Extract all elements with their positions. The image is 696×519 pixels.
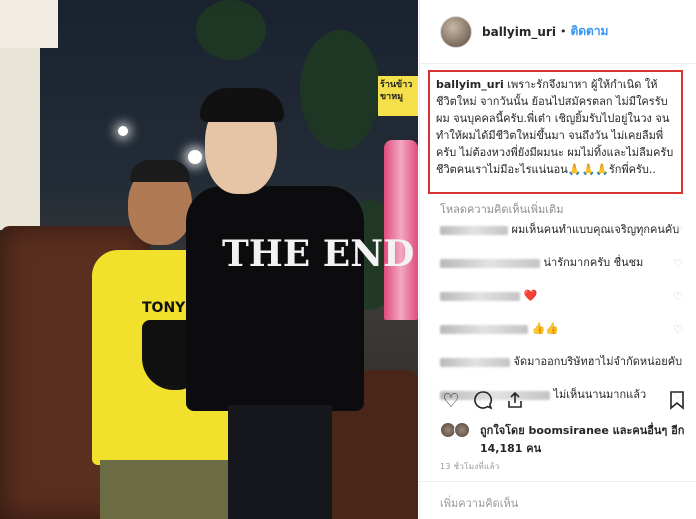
person-right-hair (200, 88, 284, 122)
follow-button[interactable]: ติดตาม (570, 22, 608, 41)
dark-pants (228, 405, 332, 519)
comment-like-icon[interactable]: ♡ (673, 291, 684, 302)
light (118, 126, 128, 136)
add-comment-field[interactable]: เพิ่มความคิดเห็น (420, 481, 696, 519)
comment-text: จัดมาออกบริษัทฮาไม่จำกัดหน่อยคับ (513, 355, 683, 368)
post-timestamp[interactable]: 13 ชั่วโมงที่แล้ว (440, 460, 500, 473)
bookmark-icon[interactable] (666, 390, 688, 412)
comment-bubble-icon[interactable] (472, 390, 494, 412)
header-separator: • (559, 25, 567, 38)
light (188, 150, 202, 164)
person-left-hair (130, 160, 190, 182)
comment-item: ❤️ ♡ (440, 288, 690, 321)
comment-like-icon[interactable]: ♡ (673, 357, 684, 368)
caption-username[interactable]: ballyim_uri (436, 78, 504, 91)
yellow-shirt-text: TONY (142, 300, 186, 316)
blurred-username (440, 357, 510, 367)
post-photo: ร้านข้าวขาหมู TONY 85 THE END (0, 0, 418, 519)
comment-item: น่ารักมากครับ ชื่นชม ♡ (440, 255, 690, 288)
heart-outline-icon[interactable]: ♡ (440, 390, 462, 412)
comment-text: ผมเห็นคนทำแบบคุณเจริญทุกคนคับ (511, 223, 680, 236)
plant (300, 30, 380, 150)
plant (196, 0, 266, 60)
comment-like-icon[interactable]: ♡ (673, 258, 684, 269)
camo-pants (100, 460, 236, 519)
blurred-username (440, 324, 528, 334)
comment-text: น่ารักมากครับ ชื่นชม (543, 256, 644, 269)
comment-item: ผมเห็นคนทำแบบคุณเจริญทุกคนคับ ♡ (440, 222, 690, 255)
blurred-username (440, 225, 508, 235)
shop-sign: ร้านข้าวขาหมู (378, 76, 418, 116)
share-upload-icon[interactable] (504, 390, 526, 412)
post-header: ballyim_uri • ติดตาม (420, 0, 696, 64)
load-more-comments-link[interactable]: โหลดความคิดเห็นเพิ่มเติม (440, 200, 563, 218)
avatar[interactable] (440, 15, 472, 48)
post-side-panel: ballyim_uri • ติดตาม ballyim_uri เพราะรั… (419, 0, 696, 519)
black-shirt-text: THE END (222, 233, 415, 275)
blurred-username (440, 258, 540, 268)
pillar-cap (0, 0, 58, 48)
comment-item: 👍👍 ♡ (440, 321, 690, 354)
comment-text: 👍👍 (531, 322, 559, 335)
comment-item: จัดมาออกบริษัทฮาไม่จำกัดหน่อยคับ ♡ (440, 354, 690, 387)
caption-text: เพราะรักจึงมาหา ผู้ให้กำเนิด ให้ชีวิตใหม… (436, 78, 674, 176)
header-username[interactable]: ballyim_uri (482, 25, 556, 39)
caption-highlight-box: ballyim_uri เพราะรักจึงมาหา ผู้ให้กำเนิด… (428, 70, 683, 194)
black-shirt (186, 186, 364, 411)
comment-text: ❤️ (523, 289, 538, 302)
liker-avatar[interactable] (454, 422, 470, 438)
likes-text[interactable]: ถูกใจโดย boomsiranee และคนอื่นๆ อีก 14,1… (480, 422, 690, 458)
action-bar: ♡ (440, 390, 690, 412)
comment-like-icon[interactable]: ♡ (673, 225, 684, 236)
blurred-username (440, 291, 520, 301)
umbrella (384, 140, 418, 320)
comment-like-icon[interactable]: ♡ (673, 324, 684, 335)
